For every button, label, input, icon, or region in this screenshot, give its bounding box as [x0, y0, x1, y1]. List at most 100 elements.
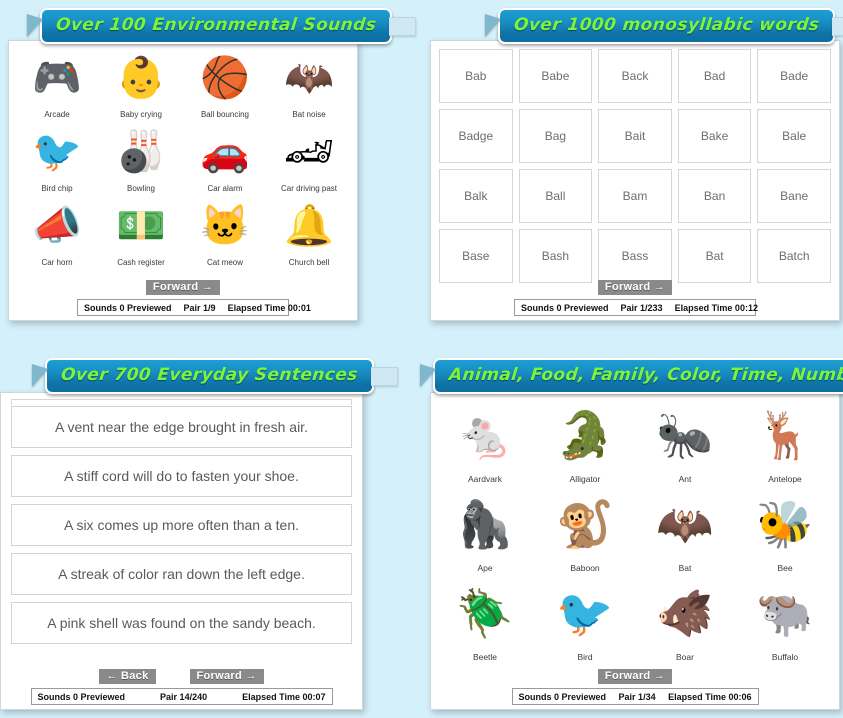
status-bar: Sounds 0 Previewed Pair 1/233 Elapsed Ti… [514, 299, 758, 316]
navigation-bar: Forward → [439, 669, 831, 684]
list-item[interactable]: Bat [677, 229, 752, 283]
list-item[interactable]: Back [598, 49, 672, 103]
list-item[interactable]: 🎳 Bowling [99, 123, 183, 197]
bee-icon: 🐝 [756, 498, 814, 550]
status-pair: Pair 1/34 [618, 691, 656, 702]
list-item[interactable]: 🐱 Cat meow [183, 197, 267, 271]
list-item[interactable]: 🔔 Church bell [267, 197, 351, 271]
list-item[interactable]: 🏀 Ball bouncing [183, 49, 267, 123]
list-item[interactable]: 🐗 Boar [635, 577, 735, 666]
panel-title: Over 1000 monosyllabic words [512, 15, 821, 35]
list-item[interactable]: Ball [518, 169, 593, 223]
list-item[interactable]: 🐊 Alligator [535, 399, 635, 488]
list-item[interactable]: 👶 Baby crying [99, 49, 183, 123]
panel-footer: Forward → Sounds 0 Previewed Pair 1/233 … [431, 276, 839, 316]
back-button[interactable]: ← Back [99, 669, 156, 684]
list-item[interactable]: Balk [439, 169, 513, 223]
list-item[interactable]: 🐦 Bird [535, 577, 635, 666]
item-label: Car driving past [280, 184, 338, 193]
list-item[interactable]: Bam [598, 169, 672, 223]
status-bar: Sounds 0 Previewed Pair 1/9 Elapsed Time… [77, 299, 311, 316]
list-item[interactable]: Bait [598, 109, 672, 163]
list-item[interactable]: 📣 Car horn [15, 197, 99, 271]
list-item[interactable]: 🚗 Car alarm [183, 123, 267, 197]
forward-button[interactable]: Forward → [145, 280, 221, 295]
panel-grid: Over 100 Environmental Sounds 🎮 Arcade 👶 B… [0, 0, 843, 718]
panel-footer: Forward → Sounds 0 Previewed Pair 1/34 E… [431, 665, 839, 705]
list-item[interactable]: 🏎 Car driving past [267, 123, 351, 197]
ribbon-tail-icon [27, 14, 43, 37]
list-item[interactable]: Bade [757, 49, 831, 103]
list-item[interactable]: A six comes up more often than a ten. [11, 504, 352, 546]
list-item[interactable]: 🎮 Arcade [15, 49, 99, 123]
list-item[interactable]: Bass [598, 229, 672, 283]
list-item[interactable]: Base [439, 229, 513, 283]
beetle-icon: 🪲 [456, 587, 514, 639]
list-item[interactable]: Ban [677, 169, 752, 223]
list-item[interactable]: Babe [518, 49, 593, 103]
list-item[interactable]: Batch [757, 229, 831, 283]
sentence-list: A vent near the edge brought in fresh ai… [1, 393, 362, 644]
list-item[interactable]: A streak of color ran down the left edge… [11, 553, 352, 595]
list-item[interactable]: 🦌 Antelope [735, 399, 835, 488]
ribbon-tab-icon [389, 17, 417, 36]
item-label: Beetle [472, 652, 498, 662]
item-label: Ant [678, 474, 692, 484]
birdcage-icon: 🐦 [556, 587, 614, 639]
item-label: Antelope [768, 474, 802, 484]
car-alarm-icon: 🚗 [200, 130, 250, 174]
list-item[interactable]: 🦇 Bat [635, 488, 735, 577]
status-pair: Pair 14/240 [160, 691, 208, 702]
list-item[interactable]: 🐃 Buffalo [735, 577, 835, 666]
list-item[interactable]: Bane [757, 169, 831, 223]
navigation-bar: ← Back Forward → [9, 669, 354, 684]
item-label: Bee [777, 563, 793, 573]
item-label: Bat [678, 563, 692, 573]
list-item[interactable]: Bad [677, 49, 752, 103]
list-item[interactable]: 🦍 Ape [435, 488, 535, 577]
list-item[interactable]: Bale [757, 109, 831, 163]
list-item[interactable]: 🐒 Baboon [535, 488, 635, 577]
banner-monosyllabic-words: Over 1000 monosyllabic words [423, 0, 843, 44]
aardvark-icon: 🐁 [456, 409, 514, 461]
list-item[interactable]: 🐝 Bee [735, 488, 835, 577]
status-elapsed: Elapsed Time 00:07 [242, 691, 326, 702]
church-bell-icon: 🔔 [284, 204, 334, 248]
list-item[interactable]: A pink shell was found on the sandy beac… [11, 602, 352, 644]
app-window: A vent near the edge brought in fresh ai… [0, 392, 363, 710]
list-item[interactable]: Bab [439, 49, 513, 103]
panel-footer: Forward → Sounds 0 Previewed Pair 1/9 El… [9, 276, 357, 316]
status-previewed: Sounds 0 Previewed [37, 691, 126, 702]
panel-title: Animal, Food, Family, Color, Time, Numbe… [447, 365, 843, 385]
list-item[interactable]: Bag [518, 109, 593, 163]
status-pair: Pair 1/233 [620, 302, 663, 313]
list-item[interactable]: 🐁 Aardvark [435, 399, 535, 488]
item-label: Car alarm [207, 184, 243, 193]
status-previewed: Sounds 0 Previewed [521, 302, 609, 313]
status-elapsed: Elapsed Time 00:06 [668, 691, 752, 702]
list-item[interactable]: 💵 Cash register [99, 197, 183, 271]
list-item[interactable]: A stiff cord will do to fasten your shoe… [11, 455, 352, 497]
status-elapsed: Elapsed Time 00:01 [227, 302, 311, 313]
list-item[interactable]: Bake [677, 109, 752, 163]
forward-button[interactable]: Forward → [597, 669, 673, 684]
status-previewed: Sounds 0 Previewed [84, 302, 172, 313]
list-item[interactable]: 🦇 Bat noise [267, 49, 351, 123]
list-item[interactable]: A vent near the edge brought in fresh ai… [11, 406, 352, 448]
banner-animal-categories: Animal, Food, Family, Color, Time, Numbe… [420, 345, 843, 394]
app-window: Bab Babe Back Bad Bade Badge Bag Bait Ba… [430, 40, 840, 321]
ribbon-tail-icon [32, 364, 48, 387]
list-item[interactable]: 🪲 Beetle [435, 577, 535, 666]
list-item[interactable]: 🐦 Bird chip [15, 123, 99, 197]
ribbon-tab-icon [832, 17, 843, 36]
ant-icon: 🐜 [656, 409, 714, 461]
forward-button[interactable]: Forward → [189, 669, 264, 684]
item-label: Church bell [288, 258, 330, 267]
bat-icon: 🦇 [656, 498, 714, 550]
list-item[interactable]: Badge [439, 109, 513, 163]
forward-button[interactable]: Forward → [597, 280, 673, 295]
panel-animal-food-family-color-time-number: Animal, Food, Family, Color, Time, Numbe… [420, 345, 843, 718]
sound-icon-grid: 🎮 Arcade 👶 Baby crying 🏀 Ball bouncing 🦇 Bat… [9, 41, 357, 271]
list-item[interactable]: 🐜 Ant [635, 399, 735, 488]
list-item[interactable]: Bash [518, 229, 593, 283]
